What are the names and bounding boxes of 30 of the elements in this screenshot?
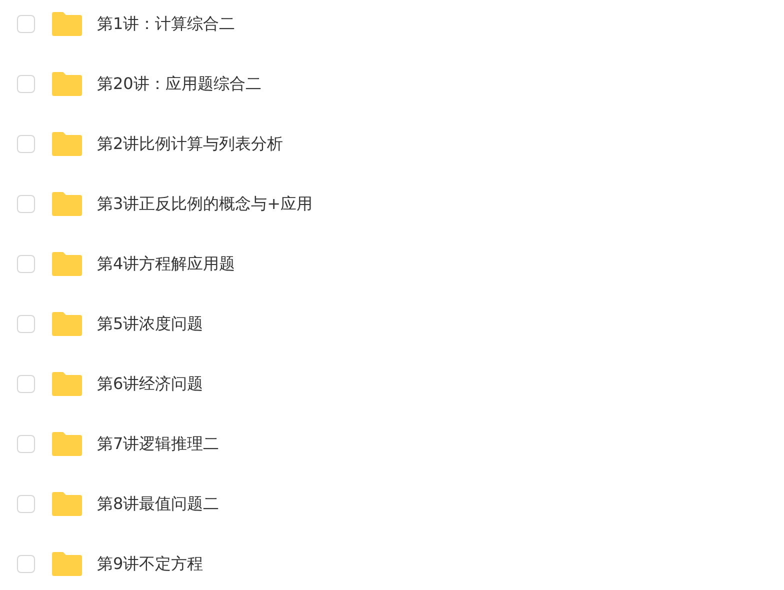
folder-name[interactable]: 第4讲方程解应用题 xyxy=(97,254,236,274)
folder-icon xyxy=(52,552,82,576)
folder-name[interactable]: 第9讲不定方程 xyxy=(97,554,204,574)
folder-name[interactable]: 第1讲：计算综合二 xyxy=(97,14,236,34)
checkbox[interactable] xyxy=(17,555,35,573)
checkbox[interactable] xyxy=(17,315,35,333)
folder-icon xyxy=(52,312,82,336)
folder-icon xyxy=(52,132,82,156)
folder-icon xyxy=(52,492,82,516)
checkbox[interactable] xyxy=(17,135,35,153)
folder-name[interactable]: 第5讲浓度问题 xyxy=(97,314,204,334)
checkbox[interactable] xyxy=(17,435,35,453)
checkbox[interactable] xyxy=(17,75,35,93)
folder-name[interactable]: 第6讲经济问题 xyxy=(97,374,204,394)
checkbox[interactable] xyxy=(17,375,35,393)
folder-icon xyxy=(52,252,82,276)
folder-name[interactable]: 第7讲逻辑推理二 xyxy=(97,434,220,454)
folder-name[interactable]: 第3讲正反比例的概念与+应用 xyxy=(97,194,313,214)
folder-icon xyxy=(52,192,82,216)
checkbox[interactable] xyxy=(17,495,35,513)
folder-icon xyxy=(52,12,82,36)
folder-name[interactable]: 第20讲：应用题综合二 xyxy=(97,74,262,94)
checkbox[interactable] xyxy=(17,15,35,33)
checkbox[interactable] xyxy=(17,195,35,213)
folder-name[interactable]: 第8讲最值问题二 xyxy=(97,494,220,514)
checkbox[interactable] xyxy=(17,255,35,273)
folder-icon xyxy=(52,432,82,456)
folder-name[interactable]: 第2讲比例计算与列表分析 xyxy=(97,134,284,154)
folder-icon xyxy=(52,372,82,396)
folder-icon xyxy=(52,72,82,96)
